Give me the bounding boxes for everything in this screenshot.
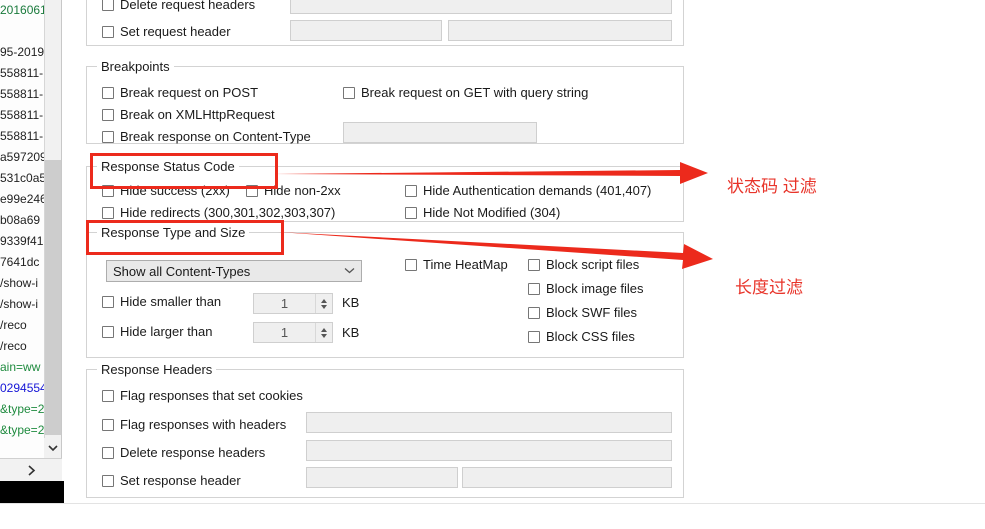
annotation-box-response-status-code — [90, 153, 278, 189]
sidebar-expand-button[interactable] — [0, 458, 62, 481]
set-request-header-name-input[interactable] — [290, 20, 442, 41]
annotation-label-length-filter: 长度过滤 — [735, 278, 803, 297]
status-bar-black-area — [0, 481, 64, 503]
annotation-arrow-length-filter — [278, 232, 713, 269]
stepper-arrows-icon[interactable] — [315, 294, 332, 313]
flag-responses-with-headers-input[interactable] — [306, 412, 672, 433]
checkbox-box[interactable] — [102, 207, 114, 219]
checkbox-label: Break request on GET with query string — [361, 85, 589, 100]
stepper-arrows-icon[interactable] — [315, 323, 332, 342]
checkbox-break-request-on-get-with-query-string[interactable]: Break request on GET with query string — [343, 86, 588, 100]
checkbox-box[interactable] — [528, 331, 540, 343]
response-headers-legend: Response Headers — [101, 362, 213, 377]
hide-larger-than-unit: KB — [342, 325, 360, 340]
set-request-header-value-input[interactable] — [448, 20, 672, 41]
checkbox-break-response-on-content-type[interactable]: Break response on Content-Type — [102, 130, 311, 144]
checkbox-label: Break request on POST — [120, 85, 259, 100]
checkbox-set-response-header[interactable]: Set response header — [102, 474, 241, 488]
checkbox-box[interactable] — [102, 0, 114, 11]
set-response-header-name-input[interactable] — [306, 467, 458, 488]
checkbox-label: Set response header — [120, 473, 241, 488]
checkbox-label: Delete request headers — [120, 0, 256, 12]
checkbox-label: Block image files — [546, 281, 644, 296]
sidebar-vertical-scrollbar-thumb[interactable] — [45, 160, 61, 435]
checkbox-hide-larger-than[interactable]: Hide larger than — [102, 325, 213, 339]
delete-request-headers-input[interactable] — [290, 0, 672, 14]
checkbox-box[interactable] — [343, 87, 355, 99]
breakpoints-legend: Breakpoints — [101, 59, 170, 74]
checkbox-label: Hide smaller than — [120, 294, 222, 309]
set-response-header-value-input[interactable] — [462, 467, 672, 488]
checkbox-block-swf-files[interactable]: Block SWF files — [528, 306, 637, 320]
checkbox-label: Break response on Content-Type — [120, 129, 311, 144]
session-list-sidebar[interactable]: 2016061 95-2019 558811- 558811- 558811- 55881… — [0, 0, 62, 495]
checkbox-box[interactable] — [102, 87, 114, 99]
checkbox-box[interactable] — [102, 447, 114, 459]
checkbox-flag-responses-with-headers[interactable]: Flag responses with headers — [102, 418, 286, 432]
checkbox-box[interactable] — [102, 109, 114, 121]
stepper-value: 1 — [280, 296, 289, 311]
checkbox-box[interactable] — [102, 296, 114, 308]
checkbox-delete-response-headers[interactable]: Delete response headers — [102, 446, 265, 460]
checkbox-hide-redirects[interactable]: Hide redirects (300,301,302,303,307) — [102, 206, 335, 220]
checkbox-label: Hide redirects (300,301,302,303,307) — [120, 205, 336, 220]
checkbox-set-request-header[interactable]: Set request header — [102, 25, 231, 39]
checkbox-label: Delete response headers — [120, 445, 266, 460]
chevron-down-icon — [48, 444, 58, 451]
checkbox-flag-responses-that-set-cookies[interactable]: Flag responses that set cookies — [102, 389, 303, 403]
checkbox-break-on-xmlhttprequest[interactable]: Break on XMLHttpRequest — [102, 108, 275, 122]
checkbox-label: Block SWF files — [546, 305, 638, 320]
checkbox-label: Flag responses that set cookies — [120, 388, 303, 403]
screenshot-root: 2016061 95-2019 558811- 558811- 558811- 55881… — [0, 0, 985, 529]
checkbox-hide-smaller-than[interactable]: Hide smaller than — [102, 295, 221, 309]
delete-response-headers-input[interactable] — [306, 440, 672, 461]
annotation-box-response-type-and-size — [86, 220, 284, 255]
checkbox-box[interactable] — [102, 390, 114, 402]
sidebar-scroll-down-button[interactable] — [44, 438, 61, 458]
checkbox-label: Flag responses with headers — [120, 417, 287, 432]
window-bottom-divider — [0, 503, 985, 504]
hide-larger-than-stepper[interactable]: 1 — [253, 322, 333, 343]
checkbox-block-image-files[interactable]: Block image files — [528, 282, 644, 296]
checkbox-box[interactable] — [102, 131, 114, 143]
checkbox-box[interactable] — [528, 283, 540, 295]
checkbox-delete-request-headers[interactable]: Delete request headers — [102, 0, 255, 12]
chevron-right-icon — [27, 464, 35, 476]
checkbox-box[interactable] — [102, 26, 114, 38]
break-response-content-type-input[interactable] — [343, 122, 537, 143]
checkbox-box[interactable] — [405, 207, 417, 219]
annotation-arrow-status-code — [273, 162, 708, 184]
annotation-label-status-code-filter: 状态码 过滤 — [727, 177, 817, 196]
checkbox-label: Hide Not Modified (304) — [423, 205, 561, 220]
hide-smaller-than-stepper[interactable]: 1 — [253, 293, 333, 314]
checkbox-box[interactable] — [102, 326, 114, 338]
checkbox-label: Set request header — [120, 24, 231, 39]
hide-smaller-than-unit: KB — [342, 295, 360, 310]
checkbox-break-request-on-post[interactable]: Break request on POST — [102, 86, 258, 100]
checkbox-block-css-files[interactable]: Block CSS files — [528, 330, 635, 344]
checkbox-label: Block CSS files — [546, 329, 635, 344]
checkbox-label: Hide larger than — [120, 324, 213, 339]
checkbox-box[interactable] — [102, 419, 114, 431]
checkbox-hide-not-modified[interactable]: Hide Not Modified (304) — [405, 206, 560, 220]
checkbox-box[interactable] — [528, 307, 540, 319]
checkbox-box[interactable] — [102, 475, 114, 487]
stepper-value: 1 — [280, 325, 289, 340]
checkbox-label: Break on XMLHttpRequest — [120, 107, 275, 122]
